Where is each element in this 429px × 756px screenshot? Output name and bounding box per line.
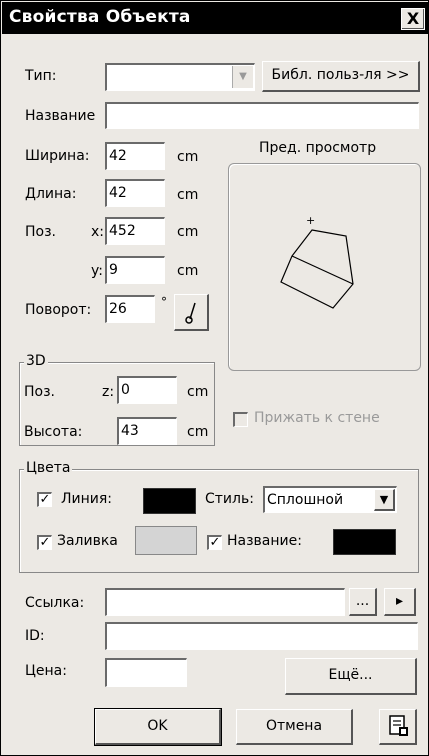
preview-shape: +: [280, 214, 354, 309]
price-input[interactable]: [105, 658, 187, 687]
pos-x-input[interactable]: 452: [105, 217, 165, 245]
name-color-label: Название:: [227, 533, 302, 549]
fill-color-swatch[interactable]: [135, 526, 197, 555]
pos-z-input[interactable]: 0: [117, 376, 177, 404]
browse-link-button[interactable]: ...: [349, 588, 377, 616]
length-unit: cm: [177, 187, 199, 203]
object-properties-dialog: Свойства Объекта X Тип: ▼ Библ. польз-ля…: [0, 0, 429, 756]
chevron-down-icon[interactable]: ▼: [232, 66, 253, 88]
width-input[interactable]: 42: [105, 142, 165, 170]
snap-to-wall-checkbox[interactable]: [233, 412, 248, 427]
preview-pane: +: [228, 163, 421, 371]
pos-z-label: Поз.: [24, 384, 55, 400]
height-unit: cm: [187, 424, 209, 440]
name-color-checkbox[interactable]: ✓: [207, 535, 222, 550]
pos-y-unit: cm: [177, 263, 199, 279]
line-checkbox[interactable]: ✓: [37, 492, 52, 507]
link-label: Ссылка:: [25, 595, 85, 611]
width-label: Ширина:: [25, 148, 90, 164]
id-label: ID:: [25, 628, 45, 644]
name-label: Название: [25, 108, 96, 124]
window-title: Свойства Объекта: [9, 7, 191, 27]
rotate-tool-button[interactable]: [174, 294, 209, 331]
title-bar: Свойства Объекта X: [2, 2, 429, 34]
price-label: Цена:: [25, 663, 67, 679]
pos-z-unit: cm: [187, 384, 209, 400]
pos-x-unit: cm: [177, 224, 199, 240]
go-link-button[interactable]: ▸: [384, 588, 416, 616]
group-colors: Цвета: [19, 460, 419, 573]
line-label: Линия:: [61, 491, 113, 507]
style-select[interactable]: Сплошной ▼: [263, 486, 397, 513]
settings-button[interactable]: [379, 709, 417, 745]
length-input[interactable]: 42: [105, 179, 165, 207]
pos-x-label: x:: [91, 224, 105, 240]
cancel-button[interactable]: Отмена: [236, 709, 353, 745]
width-unit: cm: [177, 149, 199, 165]
name-color-swatch[interactable]: [333, 529, 396, 555]
colors-legend: Цвета: [24, 460, 73, 476]
rotation-unit: °: [161, 295, 167, 309]
style-value: Сплошной: [267, 492, 344, 508]
height-input[interactable]: 43: [117, 417, 177, 445]
link-input[interactable]: [105, 588, 345, 616]
pos-label: Поз.: [25, 224, 56, 240]
pos-y-label: y:: [91, 263, 103, 279]
chevron-down-icon[interactable]: ▼: [374, 489, 395, 511]
pos-y-input[interactable]: 9: [105, 256, 165, 284]
fill-checkbox[interactable]: ✓: [37, 535, 52, 550]
z-axis-label: z:: [102, 384, 115, 400]
user-library-button[interactable]: Библ. польз-ля >>: [262, 61, 420, 92]
length-label: Длина:: [25, 186, 77, 202]
close-button[interactable]: X: [401, 8, 425, 30]
type-label: Тип:: [25, 68, 57, 84]
group-3d-legend: 3D: [24, 353, 48, 369]
preview-label: Пред. просмотр: [259, 140, 377, 156]
svg-text:+: +: [306, 214, 315, 227]
settings-document-icon: [388, 715, 408, 736]
name-input[interactable]: [105, 102, 419, 129]
id-input[interactable]: [105, 622, 418, 650]
snap-to-wall-label: Прижать к стене: [254, 410, 380, 426]
more-button[interactable]: Ещё...: [285, 658, 417, 695]
height-label: Высота:: [24, 424, 83, 440]
ok-button[interactable]: OK: [94, 708, 222, 746]
rotate-dial-icon: [184, 302, 196, 324]
style-label: Стиль:: [205, 491, 254, 507]
rotation-input[interactable]: 26: [105, 295, 155, 323]
fill-label: Заливка: [57, 533, 118, 549]
line-color-swatch[interactable]: [143, 488, 196, 514]
rotation-label: Поворот:: [25, 302, 92, 318]
type-combobox[interactable]: ▼: [105, 63, 255, 91]
